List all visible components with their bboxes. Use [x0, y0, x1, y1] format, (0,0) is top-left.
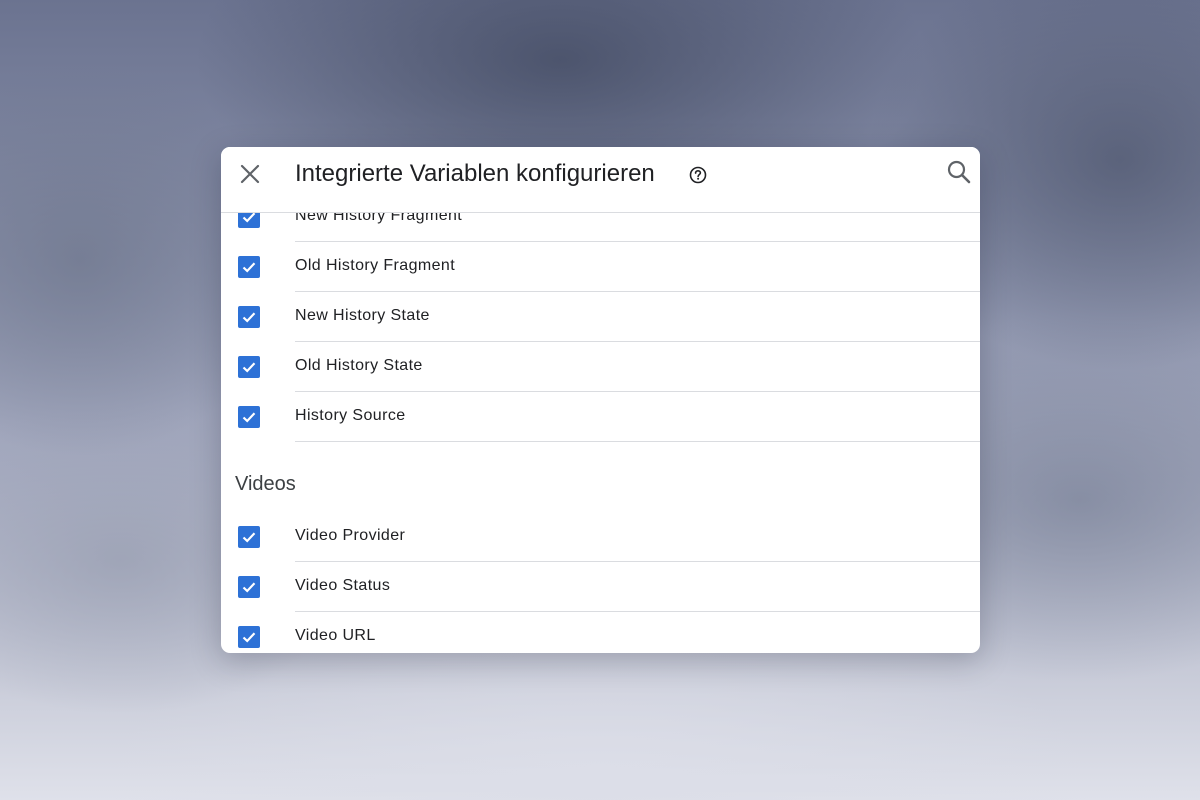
dialog-title: Integrierte Variablen konfigurieren	[295, 160, 655, 187]
check-icon	[242, 213, 256, 223]
list-item-label: New History State	[295, 307, 430, 324]
check-icon	[242, 632, 256, 643]
checkbox[interactable]	[238, 256, 260, 278]
section-title-videos: Videos	[235, 473, 296, 495]
list-item-label: Old History State	[295, 357, 423, 374]
list-item: Video Status	[221, 562, 980, 612]
checkbox[interactable]	[238, 576, 260, 598]
checkbox[interactable]	[238, 406, 260, 428]
dialog-header: Integrierte Variablen konfigurieren	[221, 147, 980, 213]
close-icon	[240, 164, 260, 184]
check-icon	[242, 362, 256, 373]
help-button[interactable]	[688, 165, 708, 185]
checkbox[interactable]	[238, 306, 260, 328]
list-item-label: Video Status	[295, 577, 391, 594]
list-item: Video Provider	[221, 512, 980, 562]
checkbox[interactable]	[238, 626, 260, 648]
check-icon	[242, 312, 256, 323]
check-icon	[242, 262, 256, 273]
close-button[interactable]	[237, 161, 263, 187]
list-item: New History Fragment	[221, 213, 980, 242]
search-button[interactable]	[945, 158, 973, 186]
checkbox[interactable]	[238, 213, 260, 228]
checkbox[interactable]	[238, 356, 260, 378]
list-item-label: Video URL	[295, 627, 376, 644]
check-icon	[242, 412, 256, 423]
list-item: Old History State	[221, 342, 980, 392]
checkbox[interactable]	[238, 526, 260, 548]
check-icon	[242, 532, 256, 543]
configure-variables-dialog: Integrierte Variablen konfigurieren New …	[221, 147, 980, 653]
list-item: New History State	[221, 292, 980, 342]
search-icon	[947, 160, 971, 184]
list-item: Old History Fragment	[221, 242, 980, 292]
check-icon	[242, 582, 256, 593]
list-item-label: Video Provider	[295, 527, 406, 544]
list-item: Video URL	[221, 612, 980, 653]
list-item-label: Old History Fragment	[295, 257, 456, 274]
variables-list[interactable]: New History Fragment Old History Fragmen…	[221, 213, 980, 653]
list-item-label: History Source	[295, 407, 406, 424]
help-circle-icon	[689, 166, 707, 184]
list-item-label: New History Fragment	[295, 213, 463, 224]
list-item: History Source	[221, 392, 980, 442]
divider	[295, 441, 980, 442]
